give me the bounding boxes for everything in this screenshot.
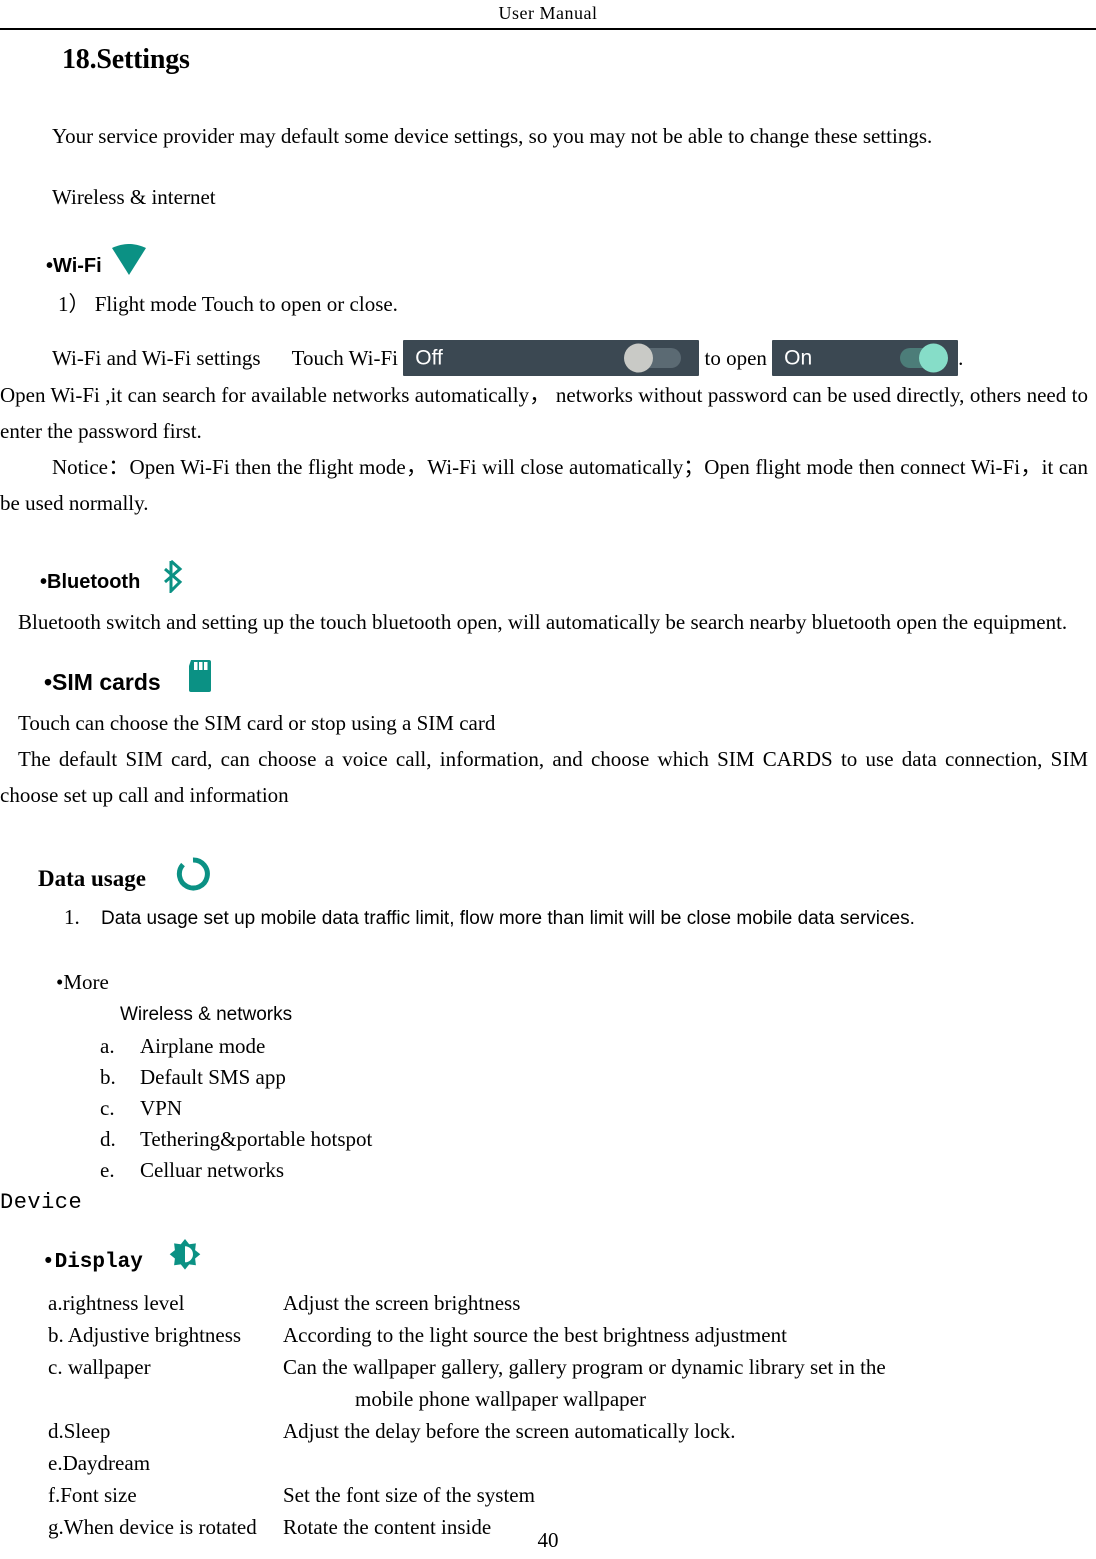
running-header-title: User Manual bbox=[498, 3, 598, 23]
data-usage-item-marker: 1. bbox=[64, 905, 80, 929]
wifi-toggle-on-image[interactable]: On bbox=[772, 340, 959, 376]
wireless-networks-subheading: Wireless & networks bbox=[120, 1004, 293, 1025]
wifi-settings-suffix: . bbox=[958, 346, 964, 370]
list-item[interactable]: e. Celluar networks bbox=[0, 1155, 1096, 1186]
list-item[interactable]: d. Tethering&portable hotspot bbox=[0, 1124, 1096, 1155]
bluetooth-heading-label: •Bluetooth bbox=[40, 570, 141, 593]
sim-cards-line-2: The default SIM card, can choose a voice… bbox=[0, 747, 1088, 807]
more-item-list: a. Airplane mode b. Default SMS app c. V… bbox=[0, 1031, 1096, 1186]
display-row-continuation: mobile phone wallpaper wallpaper bbox=[355, 1387, 646, 1411]
data-usage-heading: Data usage bbox=[0, 857, 1096, 901]
wifi-settings-prefix: Wi-Fi and Wi-Fi settings Touch Wi-Fi bbox=[52, 346, 404, 370]
bluetooth-heading: •Bluetooth bbox=[0, 559, 1096, 604]
list-item-label: Airplane mode bbox=[140, 1034, 266, 1058]
list-item-label: Tethering&portable hotspot bbox=[140, 1127, 373, 1151]
sim-card-icon bbox=[185, 658, 215, 705]
more-heading: •More bbox=[56, 970, 109, 994]
list-item[interactable]: b. Default SMS app bbox=[0, 1062, 1096, 1093]
display-row: a.rightness level Adjust the screen brig… bbox=[0, 1287, 1096, 1319]
display-row-desc: Adjust the screen brightness bbox=[283, 1291, 521, 1315]
intro-paragraph: Your service provider may default some d… bbox=[52, 124, 933, 148]
wifi-body-paragraph: Open Wi-Fi ,it can search for available … bbox=[0, 383, 1088, 443]
display-row-desc: Set the font size of the system bbox=[283, 1483, 535, 1507]
wifi-heading: •Wi-Fi bbox=[0, 244, 1096, 287]
list-item-marker: c. bbox=[100, 1096, 115, 1120]
display-row-name: a.rightness level bbox=[48, 1291, 185, 1315]
list-item[interactable]: a. Airplane mode bbox=[0, 1031, 1096, 1062]
sim-cards-line-1: Touch can choose the SIM card or stop us… bbox=[18, 711, 496, 735]
wifi-icon bbox=[110, 244, 148, 287]
page-number: 40 bbox=[537, 1528, 559, 1552]
display-row: d.Sleep Adjust the delay before the scre… bbox=[0, 1415, 1096, 1447]
display-row: e.Daydream bbox=[0, 1447, 1096, 1479]
display-row-desc: Adjust the delay before the screen autom… bbox=[283, 1419, 736, 1443]
data-usage-heading-label: Data usage bbox=[38, 866, 146, 891]
wifi-toggle-on-label: On bbox=[784, 346, 813, 370]
list-item-label: Celluar networks bbox=[140, 1158, 285, 1182]
display-row-desc bbox=[283, 1447, 1096, 1479]
display-heading: •Display bbox=[0, 1238, 1096, 1287]
display-row: b. Adjustive brightness According to the… bbox=[0, 1319, 1096, 1351]
data-usage-item: 1. Data usage set up mobile data traffic… bbox=[0, 901, 1096, 935]
page-title: 18.Settings bbox=[62, 44, 190, 75]
wifi-settings-middle: to open bbox=[699, 346, 773, 370]
list-item-label: Default SMS app bbox=[140, 1065, 286, 1089]
wireless-internet-heading: Wireless & internet bbox=[52, 185, 216, 209]
display-row-name: c. wallpaper bbox=[48, 1355, 151, 1379]
bluetooth-icon bbox=[160, 559, 186, 604]
list-item-marker: d. bbox=[100, 1127, 116, 1151]
brightness-icon bbox=[167, 1238, 203, 1287]
wifi-settings-line: Wi-Fi and Wi-Fi settings Touch Wi-Fi Off… bbox=[0, 339, 1096, 377]
wifi-toggle-off-image[interactable]: Off bbox=[403, 340, 700, 376]
list-item-marker: e. bbox=[100, 1158, 115, 1182]
list-item-marker: b. bbox=[100, 1065, 116, 1089]
sim-cards-heading-label: •SIM cards bbox=[44, 668, 161, 695]
page-content: 18.Settings Your service provider may de… bbox=[0, 30, 1096, 1543]
list-item-label: VPN bbox=[140, 1096, 183, 1120]
data-usage-icon bbox=[176, 857, 210, 901]
wifi-toggle-on-knob bbox=[919, 343, 949, 373]
wifi-toggle-off-label: Off bbox=[415, 346, 443, 370]
wifi-notice-paragraph: Notice：Open Wi-Fi then the flight mode，W… bbox=[0, 455, 1088, 515]
display-row-name: b. Adjustive brightness bbox=[48, 1323, 242, 1347]
display-heading-label: •Display bbox=[42, 1250, 143, 1274]
display-row-name: d.Sleep bbox=[48, 1419, 111, 1443]
running-header: User Manual bbox=[0, 0, 1096, 30]
display-row-desc: According to the light source the best b… bbox=[283, 1323, 787, 1347]
sim-cards-heading: •SIM cards bbox=[0, 658, 1096, 705]
display-row: c. wallpaper Can the wallpaper gallery, … bbox=[0, 1351, 1096, 1383]
display-row: f.Font size Set the font size of the sys… bbox=[0, 1479, 1096, 1511]
bluetooth-body-paragraph: Bluetooth switch and setting up the touc… bbox=[18, 610, 1068, 634]
display-row-desc: Can the wallpaper gallery, gallery progr… bbox=[283, 1355, 886, 1379]
data-usage-item-text: Data usage set up mobile data traffic li… bbox=[101, 908, 915, 929]
display-row-name: e.Daydream bbox=[48, 1451, 151, 1475]
list-item[interactable]: c. VPN bbox=[0, 1093, 1096, 1124]
list-item-marker: a. bbox=[100, 1034, 115, 1058]
device-heading: Device bbox=[0, 1190, 83, 1215]
flight-mode-item: 1） Flight mode Touch to open or close. bbox=[58, 292, 398, 316]
wifi-heading-label: •Wi-Fi bbox=[46, 254, 102, 277]
wifi-toggle-off-knob bbox=[624, 343, 654, 373]
display-row-name: f.Font size bbox=[48, 1483, 137, 1507]
